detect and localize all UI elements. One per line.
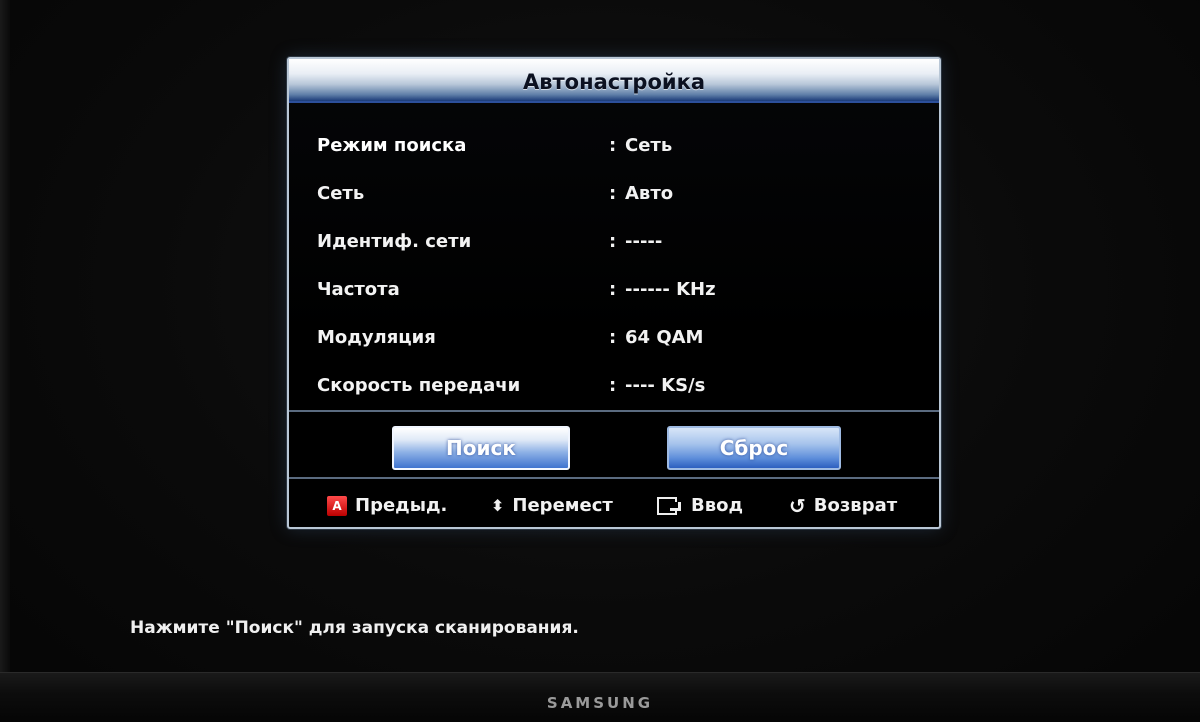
row-label: Скорость передачи <box>317 375 521 396</box>
row-label: Идентиф. сети <box>317 231 472 252</box>
row-search-mode[interactable]: Режим поиска : Сеть <box>317 129 917 177</box>
reset-button[interactable]: Сброс <box>667 426 841 470</box>
guide-move: ⬍ Перемест <box>491 495 613 516</box>
divider <box>289 477 939 479</box>
screen-left-edge <box>0 0 10 672</box>
red-a-button-icon: A <box>327 495 347 516</box>
row-label: Режим поиска <box>317 135 467 156</box>
row-label: Модуляция <box>317 327 436 348</box>
autotune-dialog: Автонастройка Режим поиска : Сеть Сеть :… <box>287 57 941 529</box>
row-network-id[interactable]: Идентиф. сети : ----- <box>317 225 917 273</box>
search-button[interactable]: Поиск <box>392 426 570 470</box>
enter-icon <box>657 496 681 515</box>
return-icon: ↺ <box>789 493 806 518</box>
brand-logo: SAMSUNG <box>546 694 654 712</box>
row-modulation[interactable]: Модуляция : 64 QAM <box>317 321 917 369</box>
row-value: 64 QAM <box>625 327 704 348</box>
remote-key-guide: A Предыд. ⬍ Перемест Ввод ↺ Возврат <box>289 481 939 525</box>
guide-back: ↺ Возврат <box>789 493 898 518</box>
row-value: ---- KS/s <box>625 375 706 396</box>
row-network[interactable]: Сеть : Авто <box>317 177 917 225</box>
settings-list: Режим поиска : Сеть Сеть : Авто Идентиф.… <box>317 129 917 417</box>
row-value: ----- <box>625 231 663 252</box>
row-label: Частота <box>317 279 400 300</box>
up-down-arrows-icon: ⬍ <box>491 495 505 515</box>
button-bar: Поиск Сброс <box>289 412 939 470</box>
status-hint: Нажмите "Поиск" для запуска сканирования… <box>130 618 579 638</box>
row-value: Сеть <box>625 135 673 156</box>
row-label: Сеть <box>317 183 365 204</box>
dialog-title: Автонастройка <box>289 59 939 103</box>
guide-enter: Ввод <box>657 495 743 516</box>
row-frequency[interactable]: Частота : ------ KHz <box>317 273 917 321</box>
guide-prev: A Предыд. <box>327 495 447 516</box>
row-value: Авто <box>625 183 674 204</box>
row-value: ------ KHz <box>625 279 716 300</box>
